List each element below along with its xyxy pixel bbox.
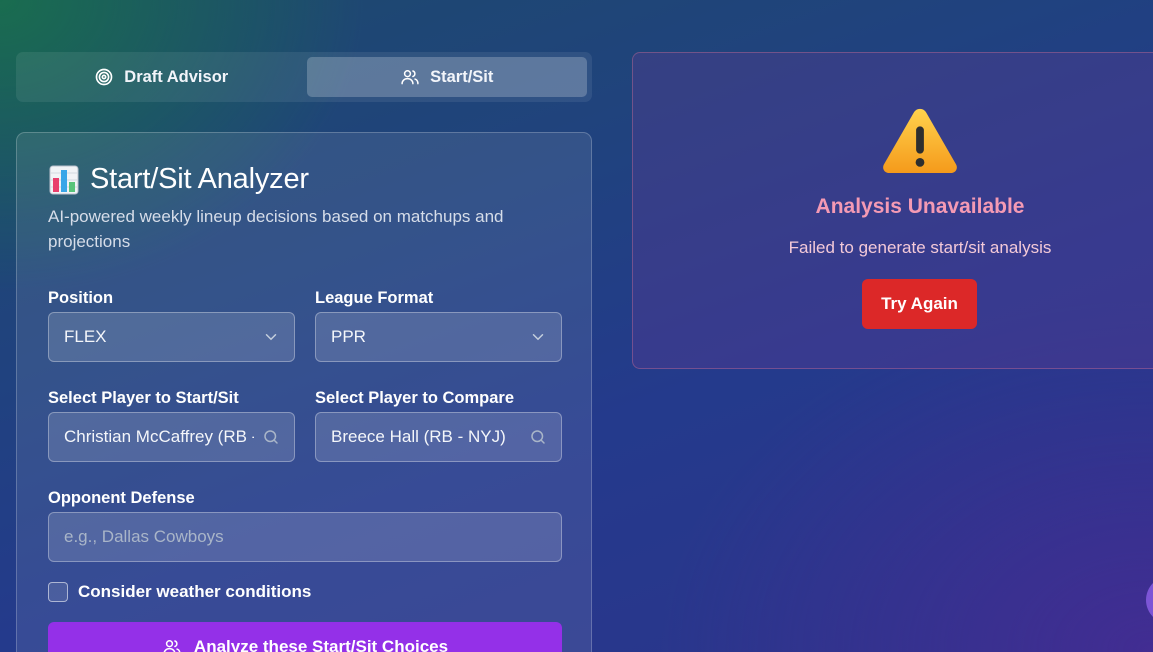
chevron-down-icon: [532, 334, 544, 341]
error-message: Failed to generate start/sit analysis: [788, 238, 1052, 257]
player-start-sit-input[interactable]: Christian McCaffrey (RB - SF): [48, 412, 295, 462]
bar-chart-icon: [49, 165, 79, 194]
opponent-defense-label: Opponent Defense: [48, 489, 195, 507]
tab-label: Draft Advisor: [124, 67, 229, 86]
analyze-button[interactable]: Analyze these Start/Sit Choices: [48, 622, 562, 652]
mode-tabs: Draft Advisor Start/Sit: [16, 52, 592, 102]
player-start-sit-value: Christian McCaffrey (RB - SF): [64, 427, 254, 446]
users-icon: [401, 70, 419, 85]
analyzer-title: Start/Sit Analyzer: [90, 163, 309, 195]
tab-label: Start/Sit: [430, 67, 494, 86]
weather-label: Consider weather conditions: [78, 582, 312, 601]
floating-action-button[interactable]: [1146, 576, 1153, 624]
player-compare-input[interactable]: Breece Hall (RB - NYJ): [315, 412, 562, 462]
position-select[interactable]: FLEX: [48, 312, 295, 362]
tab-draft-advisor[interactable]: Draft Advisor: [21, 57, 302, 97]
search-icon: [531, 430, 545, 444]
league-format-value: PPR: [331, 327, 366, 346]
tab-start-sit[interactable]: Start/Sit: [306, 57, 587, 97]
card-title: Start/Sit Analyzer: [48, 163, 309, 196]
position-value: FLEX: [64, 327, 107, 346]
start-sit-analyzer-card: Start/Sit Analyzer AI-powered weekly lin…: [16, 132, 592, 652]
league-format-select[interactable]: PPR: [315, 312, 562, 362]
analysis-error-panel: Analysis Unavailable Failed to generate …: [632, 52, 1153, 369]
weather-checkbox[interactable]: [48, 582, 68, 602]
analyze-button-label: Analyze these Start/Sit Choices: [193, 637, 449, 652]
search-icon: [264, 430, 278, 444]
weather-option: Consider weather conditions: [48, 582, 311, 602]
error-title: Analysis Unavailable: [815, 195, 1025, 218]
league-format-label: League Format: [315, 289, 434, 307]
opponent-defense-input[interactable]: e.g., Dallas Cowboys: [48, 512, 562, 562]
warning-icon: [883, 108, 957, 174]
users-icon: [163, 640, 181, 652]
analyzer-subtitle: AI-powered weekly lineup decisions based…: [48, 207, 504, 251]
player-compare-value: Breece Hall (RB - NYJ): [331, 427, 506, 446]
opponent-defense-placeholder: e.g., Dallas Cowboys: [64, 527, 224, 546]
chevron-down-icon: [265, 334, 277, 341]
player-compare-label: Select Player to Compare: [315, 389, 514, 407]
player-start-sit-label: Select Player to Start/Sit: [48, 389, 239, 407]
target-icon: [95, 68, 113, 86]
try-again-button[interactable]: Try Again: [862, 279, 977, 329]
position-label: Position: [48, 289, 114, 307]
